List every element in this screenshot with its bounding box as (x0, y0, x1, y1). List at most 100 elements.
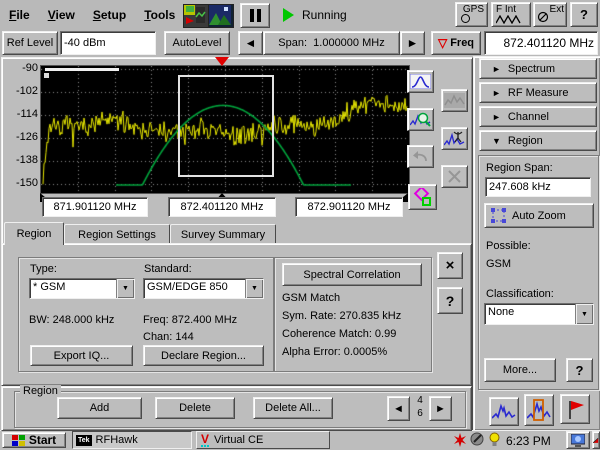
span-next-button[interactable]: ► (400, 31, 425, 55)
page-next-button[interactable]: ► (429, 396, 452, 421)
peak-shape-button[interactable] (407, 70, 434, 93)
flag-button[interactable] (560, 394, 590, 424)
start-button[interactable]: Start (2, 432, 66, 448)
ref-level-button[interactable]: Ref Level (2, 31, 58, 55)
classification-select[interactable]: None ▼ (484, 303, 594, 325)
markers-button[interactable] (408, 184, 437, 210)
y-axis-label: -102 (8, 85, 38, 97)
peak-curve-icon (410, 74, 431, 89)
menu-view[interactable]: View (39, 5, 84, 25)
page-prev-button[interactable]: ◄ (387, 396, 410, 421)
zoom-region-button[interactable] (407, 108, 434, 131)
coherence-match-line: Coherence Match: 0.99 (282, 328, 396, 340)
task-virtualce[interactable]: V Virtual CE (196, 431, 330, 449)
gps-button[interactable]: GPS (455, 2, 488, 27)
pause-button[interactable] (240, 3, 270, 28)
tab-region-settings[interactable]: Region Settings (64, 224, 170, 245)
help-icon: ? (576, 363, 584, 378)
menu-tools[interactable]: Tools (135, 5, 184, 25)
standard-select[interactable]: GSM/EDGE 850 ▼ (143, 278, 264, 299)
right-arrow-icon: ► (435, 403, 446, 415)
red-flag-icon (565, 399, 585, 420)
span-prev-button[interactable]: ◄ (238, 31, 263, 55)
running-indicator: Running (283, 6, 347, 24)
ref-level-input[interactable] (60, 31, 156, 55)
coverage-map-icon[interactable] (208, 4, 234, 28)
bw-readout: BW: 248.000 kHz (29, 314, 114, 326)
auto-zoom-button[interactable]: Auto Zoom (484, 203, 594, 228)
center-marker-icon[interactable] (215, 57, 229, 66)
type-select[interactable]: * GSM ▼ (29, 278, 135, 299)
backlight-tray-icon[interactable] (488, 432, 501, 447)
close-button[interactable]: × (437, 252, 463, 279)
help-button[interactable]: ? (570, 2, 598, 27)
stop-freq-input[interactable] (295, 197, 403, 217)
stylus-tray-icon[interactable] (470, 432, 485, 447)
section-label: Channel (508, 111, 549, 123)
add-button[interactable]: Add (57, 397, 142, 419)
task-label: Virtual CE (214, 434, 263, 446)
more-button[interactable]: More... (484, 358, 556, 382)
sidebar-section-channel[interactable]: ► Channel (479, 106, 597, 127)
display-tray-button[interactable] (566, 431, 590, 449)
chevron-down-icon[interactable]: ▼ (116, 279, 134, 298)
spectrum-view-button[interactable] (489, 397, 519, 426)
center-freq-readout[interactable] (484, 31, 598, 55)
freq-ref-internal-button[interactable]: F Int (491, 2, 531, 27)
spectrogram-icon (444, 93, 465, 108)
y-axis-label: -114 (8, 108, 38, 120)
clear-region-button[interactable] (441, 165, 468, 188)
autolevel-label: AutoLevel (173, 37, 222, 49)
sidebar-section-spectrum[interactable]: ► Spectrum (479, 58, 597, 79)
task-rfhawk[interactable]: Tek RFHawk (72, 431, 192, 449)
autolevel-button[interactable]: AutoLevel (164, 31, 230, 55)
region-selection-box[interactable] (178, 75, 274, 177)
help-label: ? (580, 7, 588, 22)
tab-region[interactable]: Region (4, 222, 64, 245)
delete-all-button[interactable]: Delete All... (253, 397, 333, 419)
df-antenna-button[interactable] (441, 127, 468, 150)
type-value: * GSM (30, 279, 116, 298)
tab-region-settings-label: Region Settings (78, 229, 156, 241)
survey-map-icon[interactable] (183, 4, 209, 28)
clock[interactable]: 6:23 PM (506, 434, 551, 448)
alpha-error-line: Alpha Error: 0.0005% (282, 346, 387, 358)
freq-ref-external-button[interactable]: Ext (533, 2, 567, 27)
undo-zoom-button[interactable] (407, 145, 434, 168)
left-arrow-icon: ◄ (393, 403, 404, 415)
tab-survey-summary[interactable]: Survey Summary (170, 224, 276, 245)
possible-value: GSM (486, 258, 511, 270)
spectrogram-button[interactable] (441, 89, 468, 112)
chevron-right-icon: ► (492, 112, 501, 122)
freq-marker-button[interactable]: ▽ Freq (431, 31, 481, 55)
chan-readout: Chan: 144 (143, 331, 194, 343)
chevron-down-icon[interactable]: ▼ (575, 304, 593, 324)
menu-setup[interactable]: Setup (84, 5, 135, 25)
region-view-button[interactable] (524, 394, 554, 426)
chevron-down-icon[interactable]: ▼ (245, 279, 263, 298)
center-freq-input[interactable] (168, 197, 276, 217)
tek-icon: Tek (76, 435, 92, 446)
start-freq-input[interactable] (42, 197, 148, 217)
page-total: 6 (412, 407, 428, 420)
delete-button[interactable]: Delete (155, 397, 235, 419)
declare-region-button[interactable]: Declare Region... (143, 345, 264, 366)
export-iq-button[interactable]: Export IQ... (30, 345, 133, 366)
sidebar-section-region[interactable]: ▼ Region (479, 130, 597, 151)
region-span-label: Region Span: (486, 162, 553, 174)
section-label: Spectrum (508, 63, 555, 75)
span-display-button[interactable]: Span: 1.000000 MHz (263, 31, 400, 55)
alert-tray-icon[interactable] (453, 433, 467, 447)
region-span-input[interactable] (485, 177, 591, 197)
spectral-correlation-button[interactable]: Spectral Correlation (282, 263, 422, 286)
panel-help-button[interactable]: ? (437, 287, 463, 314)
freq-marker-icon: ▽ (438, 36, 447, 50)
sidebar-help-button[interactable]: ? (566, 358, 593, 382)
menu-file[interactable]: File (0, 5, 39, 25)
right-arrow-icon: ► (407, 36, 419, 50)
network-tray-button[interactable] (592, 431, 600, 449)
monitor-icon (571, 434, 585, 447)
sidebar-section-rf-measure[interactable]: ► RF Measure (479, 82, 597, 103)
gps-status-icon (461, 14, 470, 23)
rfhawk-window: File View Setup Tools Running GPS (0, 0, 600, 450)
